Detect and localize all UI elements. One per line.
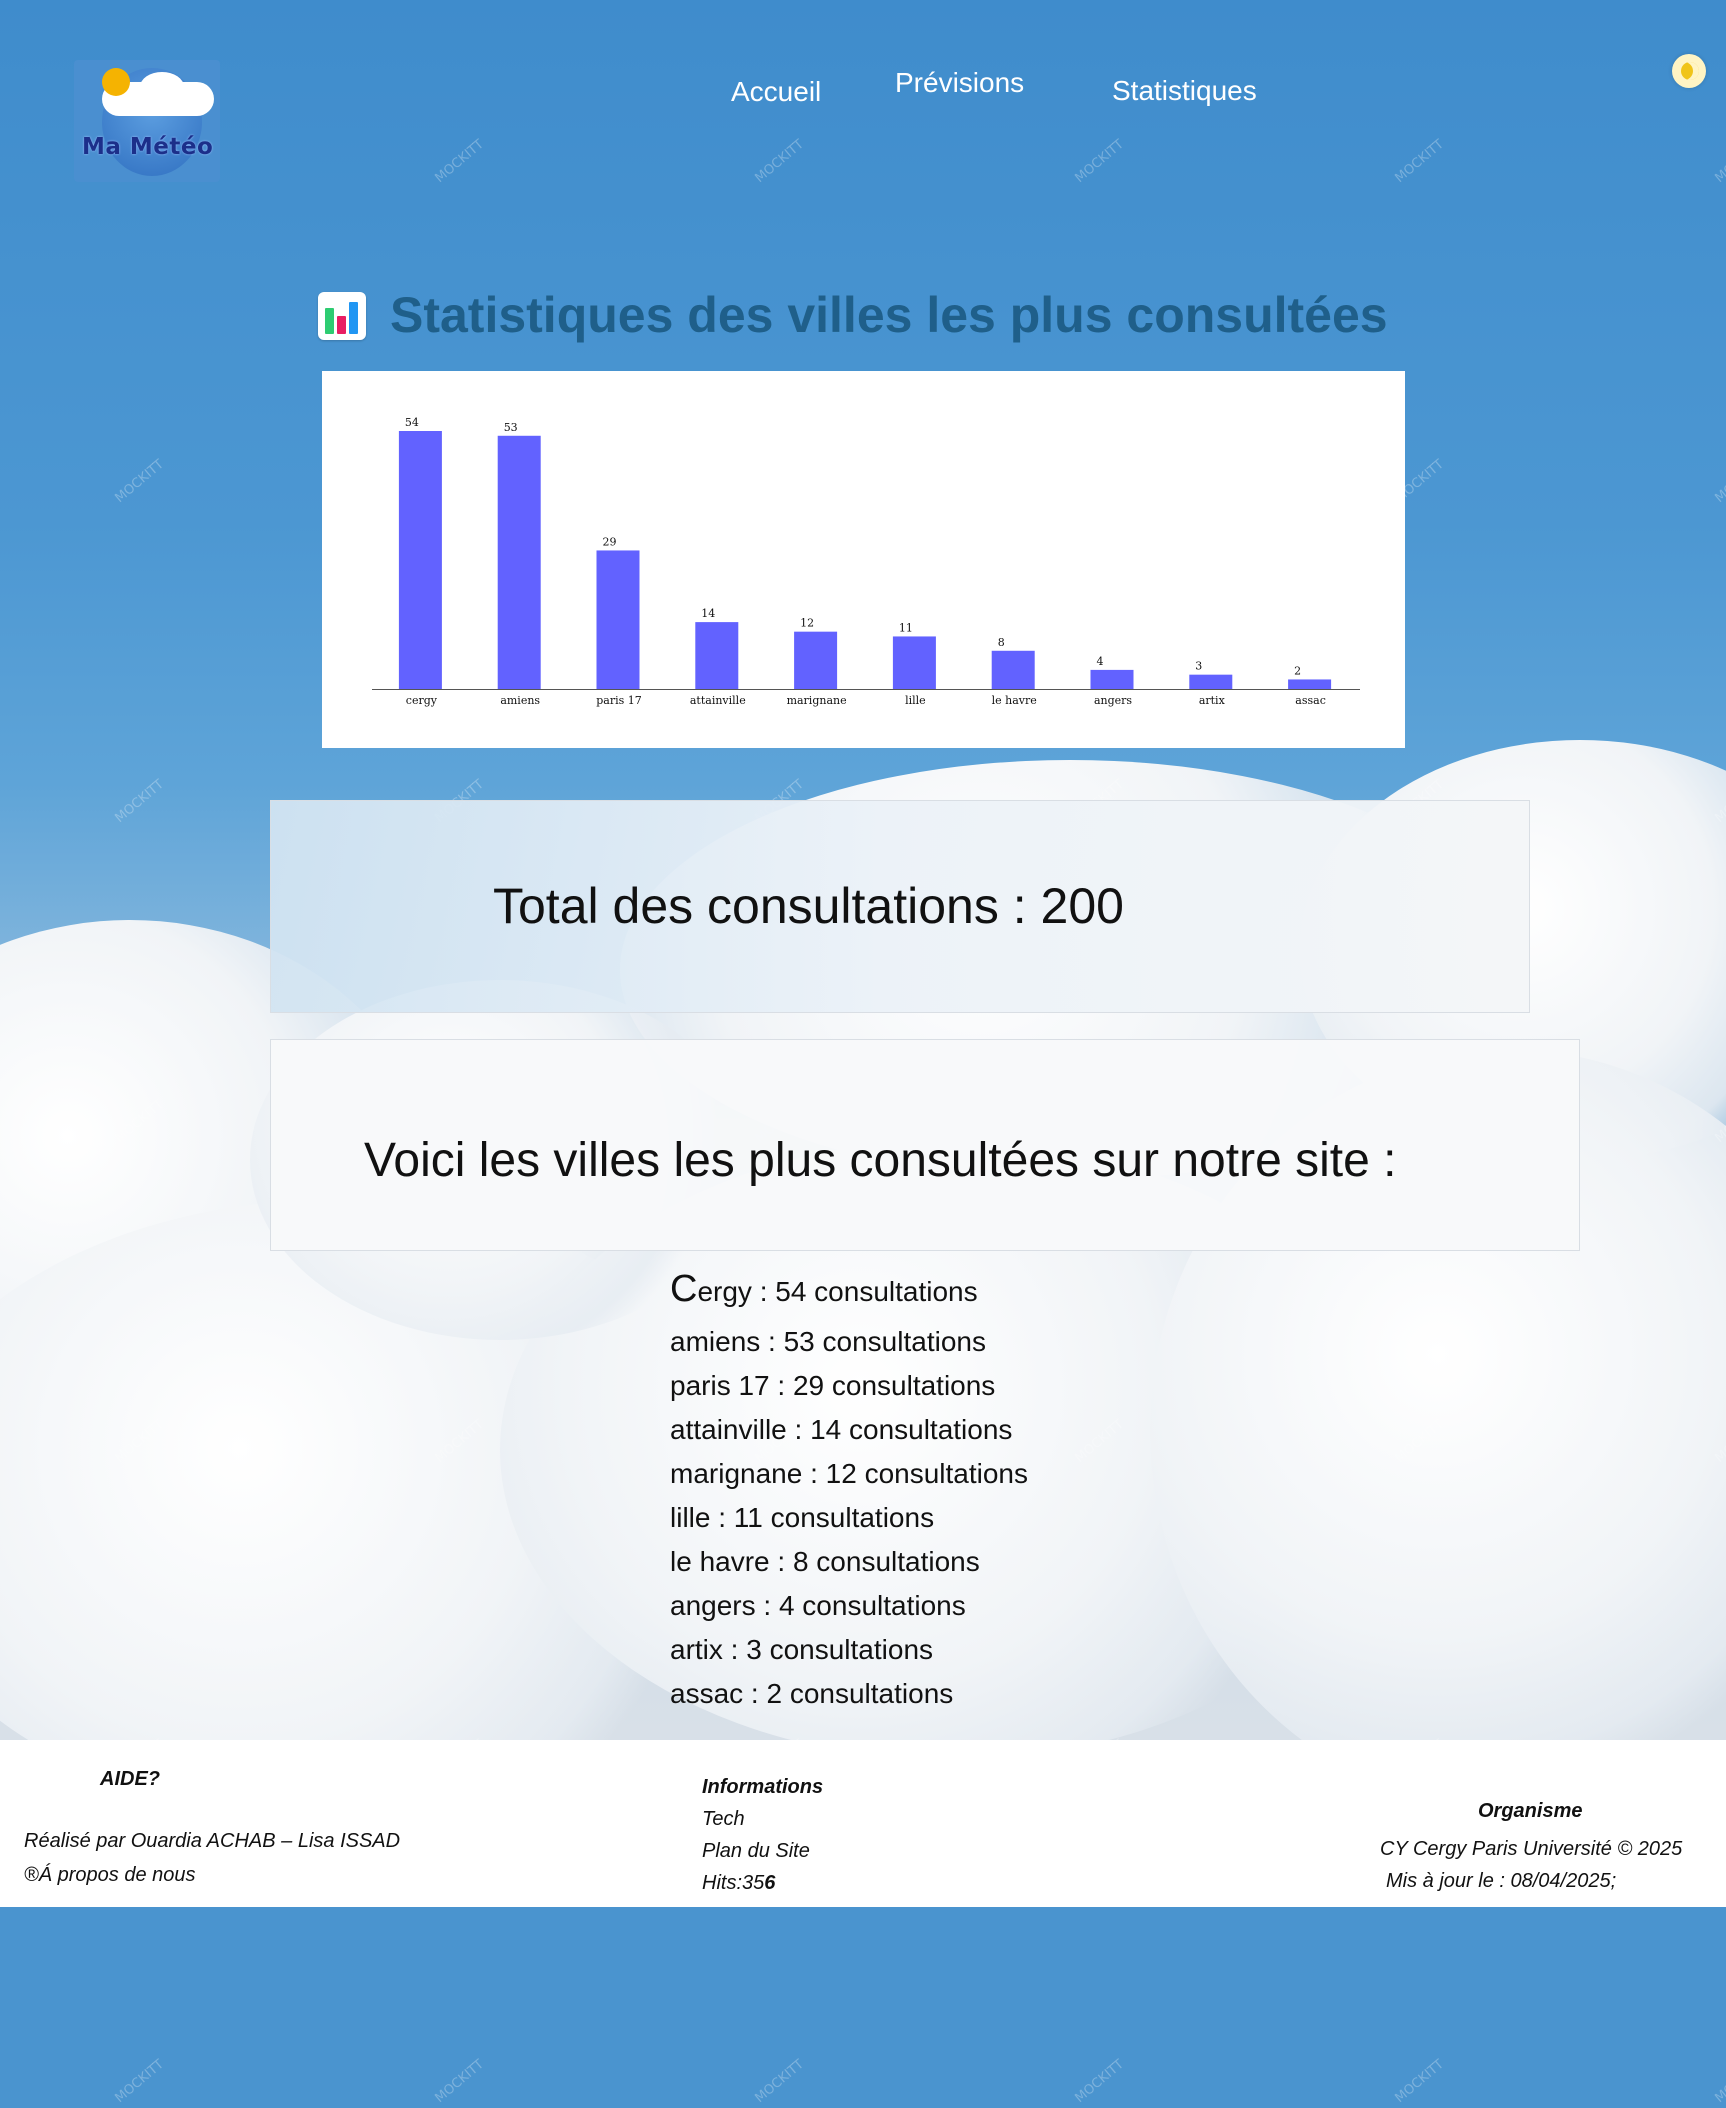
list-item: paris 17 : 29 consultations: [670, 1370, 996, 1401]
data-label: 54: [405, 416, 419, 429]
tick-label: angers: [1094, 694, 1132, 707]
list-item: attainville : 14 consultations: [670, 1414, 1013, 1445]
logo-brand: Ma Météo: [82, 134, 214, 160]
tick-label: amiens: [500, 694, 540, 707]
watermark: MOCKITT: [432, 2056, 487, 2107]
list-item: artix : 3 consultations: [670, 1634, 934, 1665]
villes-heading: Voici les villes les plus consultées sur…: [364, 1134, 1397, 1187]
list-item: Cergy : 54 consultations: [670, 1268, 978, 1311]
watermark: MOCKITT: [752, 2056, 807, 2107]
tick-label: paris 17: [596, 694, 642, 707]
bar-chart: 54 cergy 53 amiens 29 paris 17 14 attainville 12…: [322, 371, 1405, 748]
nav-previsions[interactable]: Prévisions: [895, 67, 1024, 99]
credits-text: Réalisé par Ouardia ACHAB – Lisa ISSAD: [24, 1830, 401, 1852]
hits-counter: Hits:356: [702, 1872, 775, 1895]
hits-label: Hits:35: [702, 1872, 765, 1894]
data-label: 29: [603, 535, 617, 548]
org-title: Organisme: [1478, 1800, 1583, 1822]
total-consultations: Total des consultations : 200: [493, 878, 1124, 934]
data-label: 2: [1294, 664, 1301, 677]
tick-label: artix: [1199, 694, 1226, 707]
about-link[interactable]: ®Á propos de nous: [24, 1864, 196, 1887]
list-item: marignane : 12 consultations: [670, 1458, 1028, 1489]
bar-marignane: [794, 631, 838, 689]
info-title: Informations: [702, 1776, 824, 1798]
bar-le-havre: [991, 650, 1035, 689]
list-item: angers : 4 consultations: [670, 1590, 966, 1621]
footer: AIDE? Réalisé par Ouardia ACHAB – Lisa I…: [0, 1740, 1726, 1907]
city-initial: C: [670, 1268, 698, 1310]
logo[interactable]: Ma Météo: [74, 60, 220, 182]
list-item: lille : 11 consultations: [670, 1502, 935, 1533]
bar-assac: [1288, 679, 1332, 689]
nav-statistiques[interactable]: Statistiques: [1112, 75, 1257, 107]
data-label: 11: [899, 621, 913, 634]
bar-chart-icon: [318, 292, 366, 340]
data-label: 8: [998, 636, 1005, 649]
bar-lille: [892, 636, 936, 689]
sun-icon: [102, 68, 130, 96]
bar-angers: [1090, 669, 1134, 689]
bar-cergy: [398, 431, 442, 689]
page-title: Statistiques des villes les plus consult…: [390, 287, 1388, 343]
villes-panel: Voici les villes les plus consultées sur…: [270, 1039, 1580, 1251]
tick-label: cergy: [406, 694, 438, 707]
chart-svg: 54 cergy 53 amiens 29 paris 17 14 attainville 12…: [372, 416, 1360, 707]
watermark: MOCKITT: [112, 2056, 167, 2107]
data-label: 14: [701, 607, 715, 620]
tech-link[interactable]: Tech: [702, 1808, 745, 1831]
watermark: MOCKITT: [1392, 2056, 1447, 2107]
city-text: ergy : 54 consultations: [697, 1276, 978, 1307]
watermark: MOCKITT: [1072, 2056, 1127, 2107]
plan-du-site-link[interactable]: Plan du Site: [702, 1840, 810, 1863]
tick-label: attainville: [690, 694, 746, 707]
aide-link[interactable]: AIDE?: [100, 1768, 160, 1791]
list-item: le havre : 8 consultations: [670, 1546, 980, 1577]
org-name: CY Cergy Paris Université © 2025: [1380, 1838, 1683, 1860]
watermark: MOCKITT: [1712, 2056, 1726, 2107]
data-label: 12: [800, 617, 814, 630]
tick-label: le havre: [992, 694, 1037, 707]
data-label: 3: [1195, 660, 1202, 673]
data-label: 53: [504, 421, 518, 434]
bar-paris-17: [596, 550, 640, 689]
list-item: assac : 2 consultations: [670, 1678, 954, 1709]
tick-label: assac: [1295, 694, 1326, 707]
total-panel: Total des consultations : 200: [270, 800, 1530, 1013]
updated-date: Mis à jour le : 08/04/2025;: [1386, 1870, 1617, 1892]
hits-last-digit: 6: [764, 1872, 776, 1894]
nav-accueil[interactable]: Accueil: [731, 76, 821, 108]
tick-label: marignane: [787, 694, 847, 707]
moon-icon[interactable]: [1672, 54, 1706, 88]
data-label: 4: [1097, 655, 1104, 668]
logo-cloud-bump: [140, 72, 184, 102]
tick-label: lille: [905, 694, 926, 707]
bar-artix: [1189, 674, 1233, 689]
bar-amiens: [497, 435, 541, 689]
bar-attainville: [695, 622, 739, 689]
list-item: amiens : 53 consultations: [670, 1326, 986, 1357]
